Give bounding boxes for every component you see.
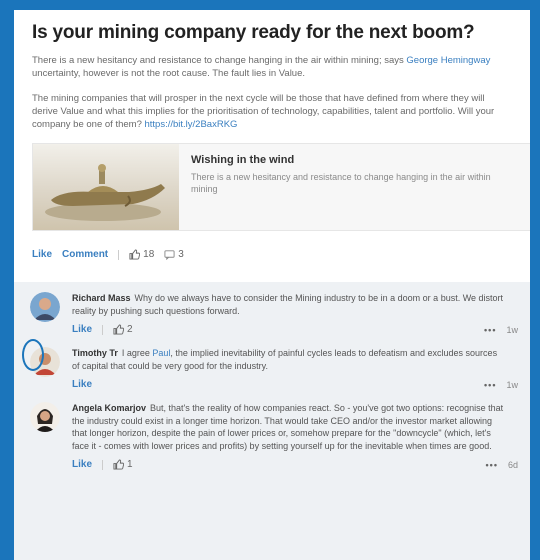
post-paragraph-1: There is a new hesitancy and resistance … xyxy=(32,54,512,80)
more-icon[interactable]: ••• xyxy=(486,460,498,470)
divider xyxy=(118,249,120,260)
comment-meta: ••• 1w xyxy=(484,380,518,390)
comment-time: 6d xyxy=(507,459,518,470)
comment-author[interactable]: Timothy Tr xyxy=(72,348,118,358)
comment: Angela Komarjov But, that's the reality o… xyxy=(30,402,518,470)
divider xyxy=(102,459,104,470)
comment-like-button[interactable]: Like xyxy=(72,324,92,335)
comment-meta: ••• 1w xyxy=(484,325,518,335)
comment-content: Why do we always have to consider the Mi… xyxy=(72,293,504,316)
comment-likes-count[interactable]: 2 xyxy=(113,324,133,335)
more-icon[interactable]: ••• xyxy=(484,380,496,390)
comment-actions: Like 2 ••• 1w xyxy=(72,324,518,335)
likes-number: 1 xyxy=(127,459,133,470)
post: Is your mining company ready for the nex… xyxy=(14,10,530,282)
comments-section: Richard Mass Why do we always have to con… xyxy=(14,282,530,470)
comment-like-button[interactable]: Like xyxy=(72,459,92,470)
thumbs-up-icon xyxy=(113,459,125,470)
comment-time: 1w xyxy=(506,324,518,335)
comment-meta: ••• 6d xyxy=(486,460,518,470)
more-icon[interactable]: ••• xyxy=(484,325,496,335)
mention-link[interactable]: George Hemingway xyxy=(406,55,490,66)
post-frame: Is your mining company ready for the nex… xyxy=(14,10,530,560)
likes-count[interactable]: 18 xyxy=(129,249,154,260)
post-actions: Like Comment 18 3 xyxy=(32,249,512,260)
comment-content: I agree xyxy=(121,348,153,358)
comment-body: Richard Mass Why do we always have to con… xyxy=(72,292,518,335)
post-title: Is your mining company ready for the nex… xyxy=(32,22,475,43)
comment-actions: Like 1 ••• 6d xyxy=(72,459,518,470)
comment-author[interactable]: Richard Mass xyxy=(72,293,131,303)
comment-author[interactable]: Angela Komarjov xyxy=(72,403,146,413)
comment: Timothy Tr I agree Paul, the implied inev… xyxy=(22,339,518,390)
comment-time: 1w xyxy=(506,379,518,390)
article-preview-card[interactable]: Wishing in the wind There is a new hesit… xyxy=(32,143,530,231)
comment-text: Richard Mass Why do we always have to con… xyxy=(72,292,518,317)
post-paragraph-2: The mining companies that will prosper i… xyxy=(32,92,512,131)
card-description: There is a new hesitancy and resistance … xyxy=(191,172,491,194)
comments-count[interactable]: 3 xyxy=(164,249,184,260)
avatar[interactable] xyxy=(30,402,60,432)
comment-text: Angela Komarjov But, that's the reality o… xyxy=(72,402,518,452)
avatar[interactable] xyxy=(30,292,60,322)
thumbs-up-icon xyxy=(129,249,141,260)
comment-icon xyxy=(164,250,175,260)
frame-decoration xyxy=(22,339,44,371)
comment-text: Timothy Tr I agree Paul, the implied inev… xyxy=(72,347,518,372)
comment-body: Angela Komarjov But, that's the reality o… xyxy=(72,402,518,470)
like-button[interactable]: Like xyxy=(32,249,52,260)
comment-actions: Like ••• 1w xyxy=(72,379,518,390)
likes-number: 2 xyxy=(127,324,133,335)
comment-likes-count[interactable]: 1 xyxy=(113,459,133,470)
mention-link[interactable]: Paul xyxy=(152,348,170,358)
para1-text-b: uncertainty, however is not the root cau… xyxy=(32,68,306,79)
thumbs-up-icon xyxy=(113,324,125,335)
para1-text-a: There is a new hesitancy and resistance … xyxy=(32,55,407,66)
divider xyxy=(102,324,104,335)
comment-body: Timothy Tr I agree Paul, the implied inev… xyxy=(72,347,518,390)
comment-button[interactable]: Comment xyxy=(62,249,108,260)
comments-number: 3 xyxy=(178,249,184,260)
card-title: Wishing in the wind xyxy=(191,154,295,166)
comment-like-button[interactable]: Like xyxy=(72,379,92,390)
likes-number: 18 xyxy=(143,249,155,260)
article-thumbnail xyxy=(33,144,179,230)
article-url-link[interactable]: https://bit.ly/2BaxRKG xyxy=(145,119,238,130)
para2-text: The mining companies that will prosper i… xyxy=(32,93,495,130)
comment: Richard Mass Why do we always have to con… xyxy=(30,292,518,335)
card-body: Wishing in the wind There is a new hesit… xyxy=(179,144,523,230)
